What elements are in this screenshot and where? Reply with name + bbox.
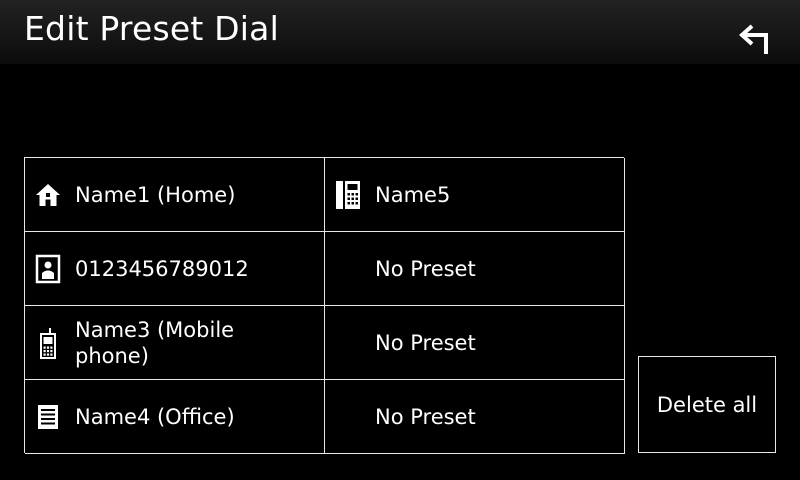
- preset-label: Name4 (Office): [75, 404, 235, 429]
- header-bar: Edit Preset Dial: [0, 0, 800, 64]
- preset-item-2[interactable]: 0123456789012: [25, 232, 325, 306]
- home-icon: [35, 179, 61, 211]
- preset-label: No Preset: [375, 256, 476, 281]
- preset-item-7[interactable]: No Preset: [325, 306, 625, 380]
- preset-label: No Preset: [375, 330, 476, 355]
- preset-label: No Preset: [375, 404, 476, 429]
- delete-all-button[interactable]: Delete all: [638, 356, 776, 453]
- preset-item-4[interactable]: Name4 (Office): [25, 380, 325, 454]
- preset-item-3[interactable]: Name3 (Mobile phone): [25, 306, 325, 380]
- general-phone-icon: [335, 179, 361, 211]
- back-button[interactable]: [728, 16, 780, 64]
- preset-label: 0123456789012: [75, 256, 249, 281]
- page-title: Edit Preset Dial: [24, 9, 279, 48]
- preset-item-1[interactable]: Name1 (Home): [25, 158, 325, 232]
- office-icon: [35, 401, 61, 433]
- preset-label: Name3 (Mobile phone): [75, 317, 235, 368]
- preset-item-5[interactable]: Name5: [325, 158, 625, 232]
- preset-item-6[interactable]: No Preset: [325, 232, 625, 306]
- preset-item-8[interactable]: No Preset: [325, 380, 625, 454]
- return-arrow-icon: [739, 24, 768, 54]
- preset-label: Name5: [375, 182, 451, 207]
- preset-label: Name1 (Home): [75, 182, 236, 207]
- preset-grid: Name1 (Home) Name5 0123456789012 No Pres…: [24, 157, 625, 454]
- contact-icon: [35, 253, 61, 285]
- mobile-phone-icon: [35, 327, 61, 359]
